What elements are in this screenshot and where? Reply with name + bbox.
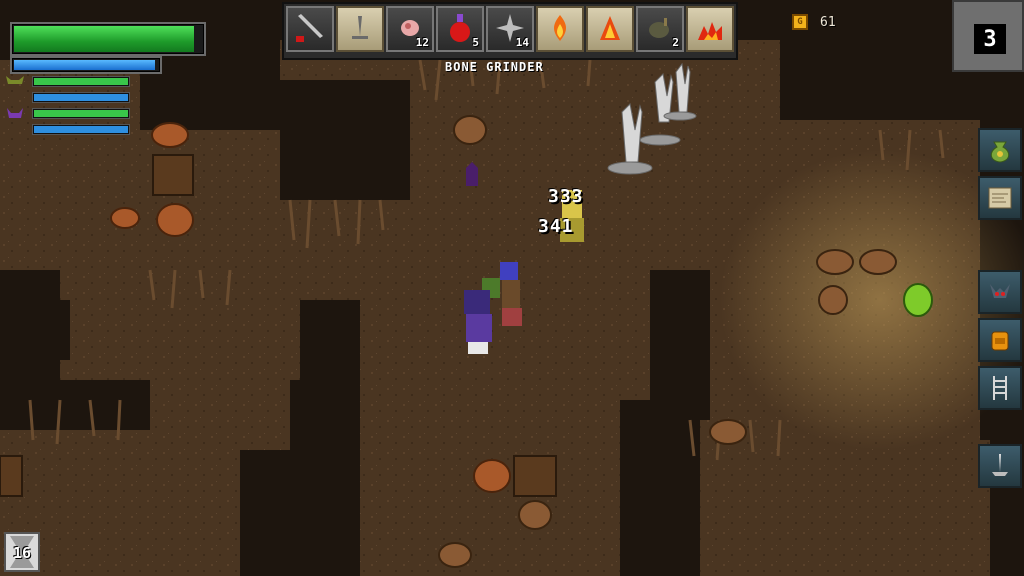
loot-bag-button[interactable]	[978, 128, 1022, 172]
mana-bar-fill	[14, 60, 156, 70]
map-icon	[988, 187, 1012, 209]
imp-icon	[7, 108, 23, 118]
turn-value: 16	[12, 544, 32, 562]
flame-ground-scroll-icon	[698, 22, 722, 40]
dungeon-map[interactable]	[0, 0, 1024, 576]
slot-count: 12	[415, 36, 429, 49]
hotbar-slot-shuriken[interactable]: 14	[486, 6, 534, 52]
damage-number: 333	[548, 186, 584, 207]
hotbar-slot-bone-spike-scroll[interactable]	[336, 6, 384, 52]
party-member-imp-mana	[4, 122, 134, 137]
dungeon-level-button[interactable]: 3	[952, 0, 1024, 72]
hotbar-slot-bomb[interactable]: 2	[636, 6, 684, 52]
coin-icon: G	[792, 14, 808, 30]
creature-icon	[990, 284, 1010, 298]
party-mana-fill	[34, 126, 128, 133]
fire-scroll-icon	[554, 15, 566, 41]
mana-bar	[10, 56, 162, 74]
hotbar-slot-red-potion[interactable]: 5	[436, 6, 484, 52]
hotbar-slot-fire-scroll[interactable]	[536, 6, 584, 52]
hotbar-slot-meat[interactable]: 12	[386, 6, 434, 52]
loot-bag-icon	[990, 141, 1010, 163]
slot-count: 5	[472, 36, 479, 49]
green-lizard-enemy	[903, 283, 933, 317]
backpack-button[interactable]	[978, 318, 1022, 362]
health-bar-fill	[14, 26, 195, 52]
bone-spike-scroll-icon	[352, 16, 368, 39]
dungeon-level-value: 3	[974, 24, 1006, 54]
party-member-imp[interactable]	[4, 106, 134, 121]
slot-count: 14	[515, 36, 529, 49]
party-member-goblin-mana	[4, 90, 134, 105]
creature-button[interactable]	[978, 270, 1022, 314]
hotbar-slot-bone-grinder[interactable]	[286, 6, 334, 52]
gold-counter: G 61	[792, 12, 836, 32]
health-bar	[10, 22, 206, 56]
backpack-icon	[991, 331, 1009, 351]
map-button[interactable]	[978, 176, 1022, 220]
hotbar-slot-flame-burst-scroll[interactable]	[586, 6, 634, 52]
flame-burst-scroll-icon	[600, 16, 620, 40]
bone-spike-ability-button[interactable]	[978, 444, 1022, 488]
damage-number: 341	[538, 216, 574, 237]
player-status-bars	[6, 8, 206, 74]
turn-counter: 16	[4, 532, 40, 572]
goblin-icon	[6, 76, 24, 84]
party-status	[4, 74, 134, 138]
ladder-icon	[993, 376, 1007, 400]
bone-spike-icon	[992, 454, 1008, 476]
hotbar-slot-flame-ground-scroll[interactable]	[686, 6, 734, 52]
ladder-button[interactable]	[978, 366, 1022, 410]
gold-value: 61	[820, 14, 836, 30]
slot-count: 2	[672, 36, 679, 49]
item-hotbar: 12 5 14 2	[282, 2, 738, 60]
selected-item-label: BONE GRINDER	[445, 60, 544, 74]
party-mana-fill	[34, 94, 128, 101]
party-member-goblin[interactable]	[4, 74, 134, 89]
party-health-fill	[34, 110, 128, 117]
party-health-fill	[34, 78, 128, 85]
bone-grinder-weapon-icon	[296, 14, 323, 42]
